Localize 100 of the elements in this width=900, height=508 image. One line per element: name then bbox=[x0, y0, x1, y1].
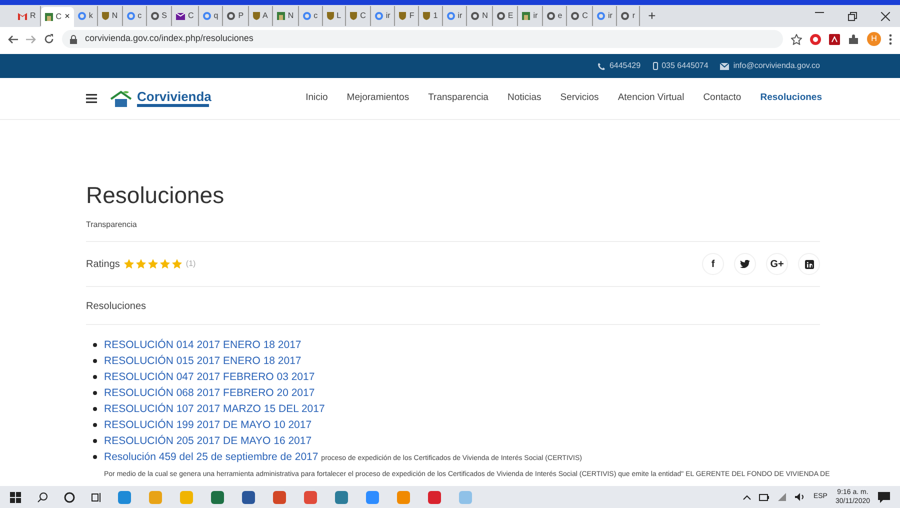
ring-icon bbox=[126, 12, 135, 20]
envelope-icon bbox=[176, 12, 185, 20]
browser-tab[interactable]: P bbox=[223, 6, 249, 26]
pdf-icon[interactable] bbox=[829, 34, 840, 44]
tab-title: ir bbox=[608, 10, 612, 22]
nav-link[interactable]: Mejoramientos bbox=[346, 91, 410, 106]
notification-icon[interactable] bbox=[878, 492, 890, 502]
envelope-icon bbox=[18, 12, 27, 20]
nav-link[interactable]: Atencion Virtual bbox=[618, 91, 684, 106]
browser-tab[interactable]: L bbox=[322, 6, 346, 26]
browser-tab[interactable]: ir bbox=[442, 6, 468, 26]
tab-title: 1 bbox=[433, 10, 438, 22]
menu-icon[interactable] bbox=[889, 34, 892, 44]
task-view-icon[interactable] bbox=[91, 492, 102, 502]
app-icon[interactable] bbox=[118, 490, 131, 504]
browser-tab[interactable]: r bbox=[617, 6, 640, 26]
nav-link[interactable]: Resoluciones bbox=[760, 91, 822, 106]
resolution-link[interactable]: RESOLUCIÓN 205 2017 DE MAYO 16 2017 bbox=[104, 435, 312, 447]
app-icon[interactable] bbox=[211, 490, 224, 504]
app-icon[interactable] bbox=[304, 490, 317, 504]
star-icon[interactable] bbox=[172, 259, 182, 269]
resolution-link[interactable]: RESOLUCIÓN 199 2017 DE MAYO 10 2017 bbox=[104, 419, 312, 431]
windows-icon[interactable] bbox=[10, 492, 21, 502]
app-icon[interactable] bbox=[366, 490, 379, 504]
twitter-button[interactable] bbox=[734, 253, 756, 275]
tab-title: A bbox=[262, 10, 268, 22]
browser-tab[interactable]: ir bbox=[592, 6, 618, 26]
tab-title: S bbox=[162, 10, 167, 22]
reload-icon[interactable] bbox=[44, 34, 54, 44]
bullet bbox=[93, 407, 97, 411]
resolution-link[interactable]: RESOLUCIÓN 107 2017 MARZO 15 DEL 2017 bbox=[104, 403, 325, 415]
search-icon[interactable] bbox=[37, 492, 48, 502]
browser-tab[interactable]: q bbox=[198, 6, 224, 26]
logo-text[interactable]: Corvivienda bbox=[137, 90, 212, 103]
browser-tab[interactable]: 1 bbox=[419, 6, 443, 26]
email-link[interactable]: info@corvivienda.gov.co bbox=[733, 60, 820, 72]
speaker-icon[interactable] bbox=[795, 493, 806, 501]
browser-tab[interactable]: c bbox=[122, 6, 147, 26]
mobile-icon bbox=[652, 62, 658, 70]
close-icon[interactable] bbox=[881, 12, 890, 20]
app-icon[interactable] bbox=[335, 490, 348, 504]
browser-tab[interactable]: k bbox=[74, 6, 98, 26]
close-tab-button[interactable]: × bbox=[64, 10, 70, 24]
resolution-link[interactable]: RESOLUCIÓN 068 2017 FEBRERO 20 2017 bbox=[104, 387, 315, 399]
google-plus-button[interactable]: G+ bbox=[766, 253, 788, 275]
nav-link[interactable]: Noticias bbox=[507, 91, 542, 106]
star-icon[interactable] bbox=[160, 259, 170, 269]
battery-icon[interactable] bbox=[759, 494, 770, 500]
house-logo-icon bbox=[109, 90, 133, 108]
star-icon[interactable] bbox=[148, 259, 158, 269]
resolution-link[interactable]: RESOLUCIÓN 014 2017 ENERO 18 2017 bbox=[104, 339, 302, 351]
browser-tab[interactable]: C bbox=[567, 6, 593, 26]
browser-tab[interactable]: ir bbox=[370, 6, 396, 26]
restore-icon[interactable] bbox=[848, 12, 857, 20]
app-icon[interactable] bbox=[428, 490, 441, 504]
circle-icon[interactable] bbox=[64, 492, 75, 502]
back-icon[interactable] bbox=[8, 34, 18, 44]
app-icon[interactable] bbox=[242, 490, 255, 504]
facebook-button[interactable]: f bbox=[702, 253, 724, 275]
address-bar[interactable]: corvivienda.gov.co/index.php/resoluciones bbox=[62, 30, 783, 48]
browser-tab[interactable]: E bbox=[492, 6, 518, 26]
browser-tab[interactable]: C × bbox=[40, 7, 74, 27]
shield-icon bbox=[102, 12, 109, 20]
browser-tab[interactable]: N bbox=[98, 6, 123, 26]
app-icon[interactable] bbox=[273, 490, 286, 504]
browser-tab[interactable]: F bbox=[395, 6, 420, 26]
star-icon[interactable] bbox=[124, 259, 134, 269]
browser-tab[interactable]: C bbox=[172, 6, 199, 26]
tab-title: e bbox=[558, 10, 562, 22]
tab-title: C bbox=[360, 10, 366, 22]
browser-tab[interactable]: S bbox=[146, 6, 172, 26]
browser-tab[interactable]: C bbox=[346, 6, 371, 26]
browser-tab[interactable]: ir bbox=[518, 6, 543, 26]
browser-tab[interactable]: A bbox=[248, 6, 273, 26]
shield-icon bbox=[423, 12, 430, 20]
tab-title: C bbox=[188, 10, 194, 22]
resolution-link[interactable]: RESOLUCIÓN 047 2017 FEBRERO 03 2017 bbox=[104, 371, 315, 383]
ring-icon bbox=[202, 12, 211, 20]
menu-icon[interactable] bbox=[86, 94, 97, 103]
tab-title: ir bbox=[533, 10, 538, 22]
resolution-link[interactable]: Resolución 459 del 25 de septiembre de 2017 bbox=[104, 451, 318, 463]
nav-link[interactable]: Contacto bbox=[703, 91, 742, 106]
nav-link[interactable]: Transparencia bbox=[428, 91, 488, 106]
browser-tab[interactable]: e bbox=[542, 6, 568, 26]
new-tab-button[interactable]: + bbox=[648, 6, 656, 26]
ring-icon[interactable] bbox=[810, 34, 821, 44]
tab-title: P bbox=[238, 10, 244, 22]
nav-link[interactable]: Inicio bbox=[306, 91, 328, 106]
bird-icon bbox=[740, 260, 750, 268]
house-icon bbox=[276, 12, 285, 20]
browser-tab[interactable]: N bbox=[272, 6, 299, 26]
chevron-up-icon[interactable] bbox=[743, 494, 752, 500]
nav-link[interactable]: Servicios bbox=[560, 91, 599, 106]
linkedin-button[interactable] bbox=[798, 253, 820, 275]
resolution-link[interactable]: RESOLUCIÓN 015 2017 ENERO 18 2017 bbox=[104, 355, 302, 367]
browser-tab[interactable]: c bbox=[298, 6, 323, 26]
star-icon[interactable] bbox=[791, 34, 802, 44]
browser-tab[interactable]: N bbox=[467, 6, 493, 26]
mobile-number: 035 6445074 bbox=[662, 60, 708, 72]
star-icon[interactable] bbox=[136, 259, 146, 269]
